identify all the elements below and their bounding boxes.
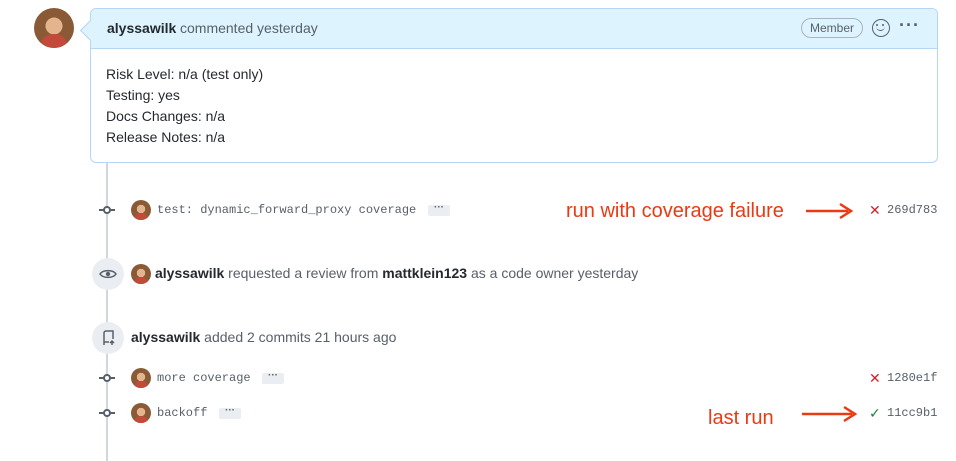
annotation-arrow — [802, 405, 858, 423]
status-success-icon[interactable]: ✓ — [869, 405, 881, 422]
commit-avatar[interactable] — [131, 403, 151, 423]
expand-commit-button[interactable]: ··· — [262, 371, 284, 384]
expand-commit-button[interactable]: ··· — [428, 203, 450, 216]
status-failure-icon[interactable]: ✕ — [869, 202, 881, 219]
actor-link[interactable]: alyssawilk — [131, 329, 200, 345]
comment-header: alyssawilk commented yesterday Member ··… — [91, 9, 937, 49]
event-avatar[interactable] — [131, 264, 151, 284]
eye-icon — [92, 258, 124, 290]
comment-line: Testing: yes — [106, 87, 180, 103]
author-avatar[interactable] — [34, 8, 74, 48]
commit-node-icon — [99, 405, 115, 421]
expand-commit-button[interactable]: ··· — [219, 406, 241, 419]
review-request-event: alyssawilk requested a review from mattk… — [155, 265, 638, 281]
commit-node-icon — [99, 202, 115, 218]
member-badge: Member — [801, 18, 864, 38]
commit-avatar[interactable] — [131, 368, 151, 388]
smiley-icon[interactable] — [872, 19, 890, 37]
comment-line: Docs Changes: n/a — [106, 108, 226, 124]
annotation-last-run: last run — [708, 407, 774, 429]
commit-node-icon — [99, 370, 115, 386]
reviewer-link[interactable]: mattklein123 — [382, 265, 467, 281]
comment-timestamp[interactable]: commented yesterday — [180, 20, 318, 36]
comment-body: Risk Level: n/a (test only) Testing: yes… — [106, 64, 263, 148]
commit-message-link[interactable]: test: dynamic_forward_proxy coverage — [157, 203, 416, 217]
status-failure-icon[interactable]: ✕ — [869, 370, 881, 387]
push-event: alyssawilk added 2 commits 21 hours ago — [131, 329, 396, 345]
commit-avatar[interactable] — [131, 200, 151, 220]
event-suffix[interactable]: as a code owner yesterday — [471, 265, 638, 281]
actor-link[interactable]: alyssawilk — [155, 265, 224, 281]
commit-sha-link[interactable]: 269d783 — [887, 203, 937, 217]
annotation-arrow — [806, 202, 854, 220]
comment-author-link[interactable]: alyssawilk — [107, 20, 176, 36]
event-action: requested a review from — [228, 265, 379, 281]
commit-message-link[interactable]: more coverage — [157, 371, 251, 385]
repo-push-icon — [92, 322, 124, 354]
commit-message-link[interactable]: backoff — [157, 406, 207, 420]
kebab-horizontal-icon[interactable]: ··· — [899, 15, 920, 36]
comment-box: alyssawilk commented yesterday Member ··… — [90, 8, 938, 163]
commit-sha-link[interactable]: 11cc9b1 — [887, 406, 937, 420]
commit-sha-link[interactable]: 1280e1f — [887, 371, 937, 385]
push-event-text[interactable]: added 2 commits 21 hours ago — [204, 329, 396, 345]
comment-line: Risk Level: n/a (test only) — [106, 66, 264, 82]
comment-line: Release Notes: n/a — [106, 129, 226, 145]
annotation-coverage-failure: run with coverage failure — [566, 200, 784, 222]
